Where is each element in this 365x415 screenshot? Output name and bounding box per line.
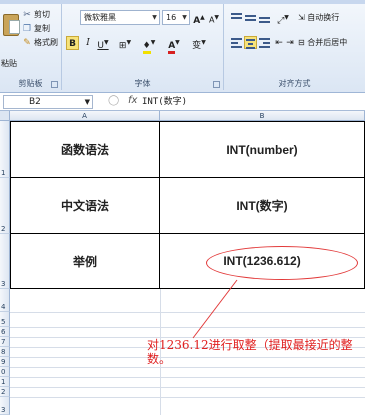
- callout-line-path: [192, 279, 238, 339]
- annotation-text: 对1236.12进行取整（提取最接近的整数。: [147, 338, 353, 366]
